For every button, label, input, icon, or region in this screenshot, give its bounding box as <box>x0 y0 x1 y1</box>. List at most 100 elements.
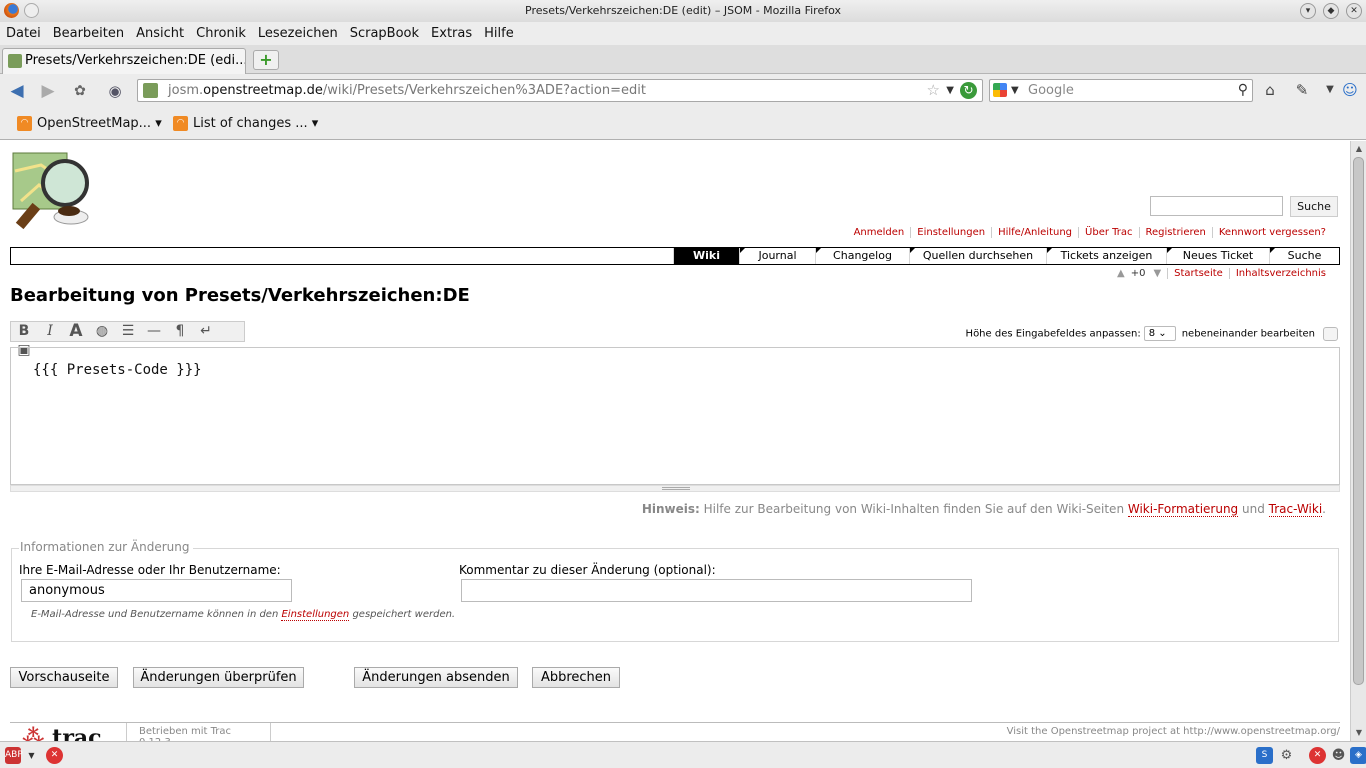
link-kennwort[interactable]: Kennwort vergessen? <box>1211 227 1332 238</box>
search-bar[interactable]: ▼ Google ⚲ <box>989 79 1253 102</box>
edit-page-icon[interactable]: ✎ <box>1292 80 1312 100</box>
link-startseite[interactable]: Startseite <box>1167 268 1229 279</box>
main-nav: Wiki Journal Changelog Quellen durchsehe… <box>10 247 1340 265</box>
menu-hilfe[interactable]: Hilfe <box>478 22 520 45</box>
link-trac-wiki[interactable]: Trac-Wiki <box>1268 502 1323 517</box>
menu-ansicht[interactable]: Ansicht <box>130 22 190 45</box>
hr-icon[interactable]: — <box>141 322 167 341</box>
link-ueber-trac[interactable]: Über Trac <box>1078 227 1139 238</box>
menu-datei[interactable]: Datei <box>0 22 47 45</box>
window-menu-icon[interactable] <box>24 3 39 18</box>
scroll-thumb[interactable] <box>1353 157 1364 685</box>
link-registrieren[interactable]: Registrieren <box>1138 227 1212 238</box>
italic-icon[interactable]: I <box>37 322 63 341</box>
rss-icon: ◠ <box>173 116 188 131</box>
height-label: Höhe des Eingabefeldes anpassen: <box>965 328 1141 340</box>
reload-icon[interactable]: ↻ <box>960 82 977 99</box>
adblock-dropdown-icon[interactable]: ▼ <box>23 747 40 764</box>
author-input[interactable]: anonymous <box>21 579 292 602</box>
preview-button[interactable]: Vorschauseite <box>10 667 118 688</box>
toolbar-dropdown-icon[interactable]: ▼ <box>1320 80 1340 100</box>
google-engine-icon[interactable] <box>993 83 1007 97</box>
menu-extras[interactable]: Extras <box>425 22 478 45</box>
powered-by-text: Betrieben mit Trac 0.12.3 <box>126 723 271 741</box>
nav-wiki[interactable]: Wiki <box>673 248 739 264</box>
binoculars-icon[interactable]: ⚲ <box>1238 80 1248 101</box>
up-arrow-icon[interactable]: ▲ <box>1111 268 1131 279</box>
nav-changelog[interactable]: Changelog <box>815 248 909 264</box>
comment-input[interactable] <box>461 579 972 602</box>
side-by-side-checkbox[interactable] <box>1323 326 1338 341</box>
bold-icon[interactable]: B <box>11 322 37 341</box>
addon-icon[interactable]: ☺ <box>1340 80 1360 100</box>
forward-icon[interactable]: ▶ <box>36 80 60 102</box>
page-scrollbar[interactable]: ▲ ▼ <box>1350 141 1366 741</box>
page-footer: ⁂ trac Betrieben mit Trac 0.12.3 Visit t… <box>10 722 1340 741</box>
maximize-icon[interactable]: ◆ <box>1323 3 1339 19</box>
firefox-icon <box>4 3 19 18</box>
skype-icon[interactable]: S <box>1256 747 1273 764</box>
scroll-down-icon[interactable]: ▼ <box>1353 727 1365 739</box>
chat-icon[interactable]: ◉ <box>103 80 127 102</box>
site-identity-icon[interactable] <box>143 83 158 98</box>
help-hint: Hinweis: Hilfe zur Bearbeitung von Wiki-… <box>641 502 1326 517</box>
link-inhaltsverzeichnis[interactable]: Inhaltsverzeichnis <box>1228 268 1332 279</box>
height-select[interactable]: 8 ⌄ <box>1143 326 1176 341</box>
wiki-toolbar: B I A ◍ ☰ — ¶ ↵ ▣ <box>10 321 245 358</box>
link-icon[interactable]: ◍ <box>89 322 115 341</box>
editor-resize-grip[interactable] <box>10 485 1340 492</box>
nav-quellen[interactable]: Quellen durchsehen <box>909 248 1046 264</box>
new-tab-button[interactable]: + <box>253 50 279 70</box>
engine-dropdown-icon[interactable]: ▼ <box>1011 80 1019 101</box>
link-wiki-formatierung[interactable]: Wiki-Formatierung <box>1127 502 1239 517</box>
submit-button[interactable]: Änderungen absenden <box>354 667 518 688</box>
review-button[interactable]: Änderungen überprüfen <box>133 667 304 688</box>
adblock-icon[interactable]: ABP <box>5 747 23 764</box>
menu-lesezeichen[interactable]: Lesezeichen <box>252 22 344 45</box>
trac-logo[interactable]: ⁂ trac <box>22 725 102 741</box>
link-einstellungen-note[interactable]: Einstellungen <box>281 609 350 621</box>
bookmark-star-icon[interactable]: ☆ <box>927 80 940 101</box>
author-label: Ihre E-Mail-Adresse oder Ihr Benutzernam… <box>19 563 281 577</box>
meta-nav: Anmelden Einstellungen Hilfe/Anleitung Über… <box>848 227 1332 238</box>
browser-tab[interactable]: Presets/Verkehrszeichen:DE (edi... <box>2 48 246 74</box>
cancel-button[interactable]: Abbrechen <box>532 667 620 688</box>
wiki-text-editor[interactable]: {{{ Presets-Code }}} <box>10 347 1340 485</box>
nav-tickets[interactable]: Tickets anzeigen <box>1046 248 1166 264</box>
tab-bar: Presets/Verkehrszeichen:DE (edi... + <box>0 45 1366 74</box>
scroll-up-icon[interactable]: ▲ <box>1353 143 1365 155</box>
link-einstellungen[interactable]: Einstellungen <box>910 227 992 238</box>
minimize-icon[interactable]: ▾ <box>1300 3 1316 19</box>
nav-journal[interactable]: Journal <box>739 248 815 264</box>
scrapbook-icon[interactable]: ✿ <box>68 80 92 102</box>
status-error-icon[interactable]: ✕ <box>1309 747 1326 764</box>
menu-chronik[interactable]: Chronik <box>190 22 252 45</box>
code-block-icon[interactable]: ☰ <box>115 322 141 341</box>
url-dropdown-icon[interactable]: ▼ <box>946 80 954 101</box>
link-hilfe[interactable]: Hilfe/Anleitung <box>991 227 1079 238</box>
menu-scrapbook[interactable]: ScrapBook <box>344 22 425 45</box>
url-bar[interactable]: josm.openstreetmap.de/wiki/Presets/Verke… <box>137 79 983 102</box>
home-icon[interactable]: ⌂ <box>1260 80 1280 100</box>
trac-search-button[interactable]: Suche <box>1290 196 1338 217</box>
link-anmelden[interactable]: Anmelden <box>848 227 911 238</box>
nav-neues-ticket[interactable]: Neues Ticket <box>1166 248 1269 264</box>
status-person-icon[interactable]: ☻ <box>1330 747 1347 764</box>
down-arrow-icon[interactable]: ▼ <box>1147 268 1167 279</box>
error-icon[interactable]: ✕ <box>46 747 63 764</box>
status-tool-icon[interactable]: ⚙ <box>1278 747 1295 764</box>
heading-icon[interactable]: A <box>63 322 89 341</box>
josm-logo[interactable] <box>11 151 91 231</box>
nav-suche[interactable]: Suche <box>1269 248 1339 264</box>
bookmark-list-of-changes[interactable]: ◠ List of changes ... ▾ <box>173 115 318 133</box>
status-bar: ABP ▼ ✕ S ⚙ ✕ ☻ ◈ <box>0 741 1366 768</box>
status-addon-icon[interactable]: ◈ <box>1350 747 1366 764</box>
bookmark-openstreetmap[interactable]: ◠ OpenStreetMap... ▾ <box>17 115 162 133</box>
paragraph-icon[interactable]: ¶ <box>167 322 193 341</box>
menu-bearbeiten[interactable]: Bearbeiten <box>47 22 130 45</box>
close-window-icon[interactable]: ✕ <box>1346 3 1362 19</box>
back-icon[interactable]: ◀ <box>5 80 29 102</box>
linebreak-icon[interactable]: ↵ <box>193 322 219 341</box>
visit-osm-text: Visit the Openstreetmap project at http:… <box>1006 726 1340 737</box>
trac-search-input[interactable] <box>1150 196 1283 216</box>
